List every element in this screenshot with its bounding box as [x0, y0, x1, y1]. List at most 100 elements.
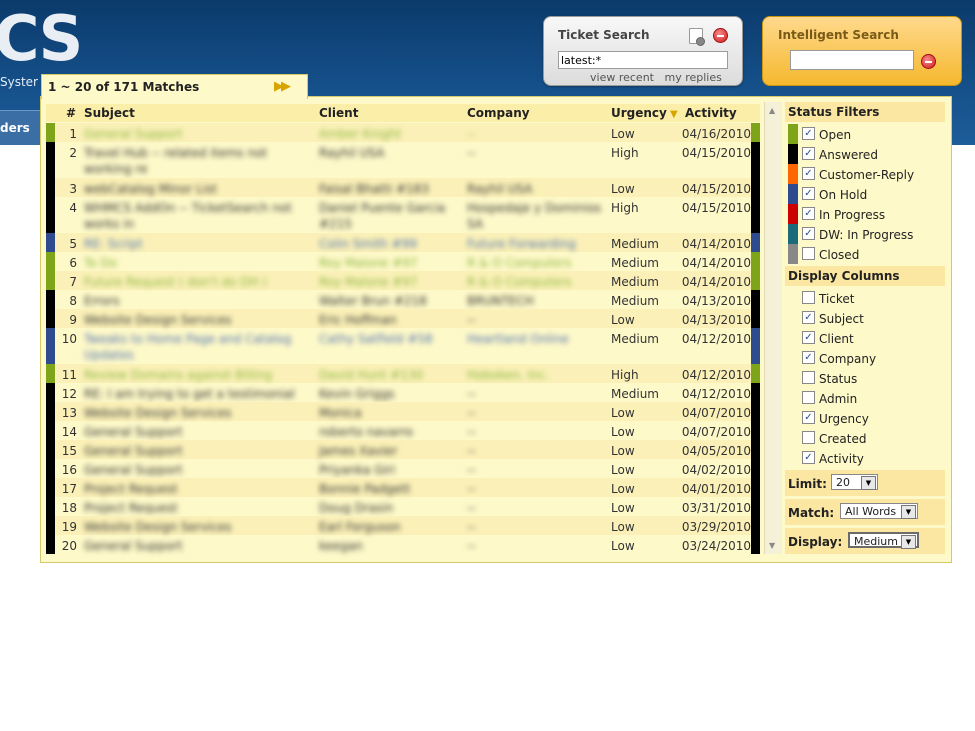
table-scrollbar[interactable]: ▲ ▼ — [764, 102, 782, 554]
col-header-num[interactable]: # — [66, 106, 76, 120]
table-row[interactable]: 20 General Support keegan -- Low 03/24/2010 — [46, 535, 760, 554]
ticket-subject[interactable]: General Support — [84, 443, 312, 459]
ticket-client[interactable]: David Hunt #130 — [319, 367, 459, 383]
col-header-client[interactable]: Client — [319, 106, 358, 120]
ticket-client[interactable]: roberto navarro — [319, 424, 459, 440]
ticket-client[interactable]: Amber Knight — [319, 126, 459, 142]
checkbox[interactable]: ✓ — [802, 147, 815, 160]
table-row[interactable]: 13 Website Design Services Monica -- Low 04/0… — [46, 402, 760, 421]
limit-select[interactable]: 20 ▼ — [831, 474, 878, 490]
display-column-option[interactable]: ✓ Activity — [785, 448, 945, 468]
ticket-subject[interactable]: Tweaks to Home Page and Catalog Updates — [84, 331, 312, 363]
table-row[interactable]: 9 Website Design Services Eric Hoffman -- Lo… — [46, 309, 760, 328]
checkbox[interactable] — [802, 391, 815, 404]
checkbox[interactable]: ✓ — [802, 331, 815, 344]
checkbox[interactable]: ✓ — [802, 351, 815, 364]
ticket-subject[interactable]: To Do — [84, 255, 312, 271]
col-header-urgency[interactable]: Urgency — [611, 106, 667, 120]
ticket-subject[interactable]: Website Design Services — [84, 312, 312, 328]
table-row[interactable]: 10 Tweaks to Home Page and Catalog Update… — [46, 328, 760, 364]
ticket-client[interactable]: Cathy Satfield #58 — [319, 331, 459, 347]
ticket-client[interactable]: Priyanka Giri — [319, 462, 459, 478]
next-page-icon[interactable]: ▶▶ — [274, 79, 291, 94]
table-row[interactable]: 14 General Support roberto navarro -- Low 04/… — [46, 421, 760, 440]
ticket-client[interactable]: Eric Hoffman — [319, 312, 459, 328]
ticket-client[interactable]: Faisal Bhatti #183 — [319, 181, 459, 197]
checkbox[interactable]: ✓ — [802, 227, 815, 240]
ticket-subject[interactable]: General Support — [84, 126, 312, 142]
status-filter-in-progress[interactable]: ✓ In Progress — [785, 204, 945, 224]
nav-tab[interactable]: ders — [0, 110, 42, 145]
display-column-option[interactable]: ✓ Client — [785, 328, 945, 348]
ticket-subject[interactable]: Travel Hub -- related items not working … — [84, 145, 312, 177]
ticket-subject[interactable]: webCatalog Minor List — [84, 181, 312, 197]
status-filter-dw-in-progress[interactable]: ✓ DW: In Progress — [785, 224, 945, 244]
ticket-subject[interactable]: General Support — [84, 424, 312, 440]
ticket-client[interactable]: Rayhil USA — [319, 145, 459, 161]
scroll-down-icon[interactable]: ▼ — [769, 541, 775, 550]
ticket-subject[interactable]: Review Domains against Billing — [84, 367, 312, 383]
intelligent-search-input[interactable] — [790, 50, 914, 70]
table-row[interactable]: 18 Project Request Doug Drasin -- Low 03/31/2… — [46, 497, 760, 516]
table-row[interactable]: 8 Errors Walter Brun #218 BRUNTECH Medium 04/… — [46, 290, 760, 309]
checkbox[interactable] — [802, 291, 815, 304]
checkbox[interactable]: ✓ — [802, 187, 815, 200]
status-filter-open[interactable]: ✓ Open — [785, 124, 945, 144]
table-row[interactable]: 2 Travel Hub -- related items not working… — [46, 142, 760, 178]
table-row[interactable]: 6 To Do Roy Malone #97 R & O Computers Mediu… — [46, 252, 760, 271]
ticket-subject[interactable]: Website Design Services — [84, 405, 312, 421]
ticket-client[interactable]: Roy Malone #97 — [319, 255, 459, 271]
ticket-client[interactable]: Colin Smith #99 — [319, 236, 459, 252]
checkbox[interactable] — [802, 431, 815, 444]
status-filter-on-hold[interactable]: ✓ On Hold — [785, 184, 945, 204]
display-column-option[interactable]: Ticket — [785, 288, 945, 308]
ticket-client[interactable]: Monica — [319, 405, 459, 421]
display-column-option[interactable]: Status — [785, 368, 945, 388]
col-header-activity[interactable]: Activity — [685, 106, 737, 120]
table-row[interactable]: 3 webCatalog Minor List Faisal Bhatti #183… — [46, 178, 760, 197]
ticket-subject[interactable]: WHMCS AddOn -- TicketSearch not works in — [84, 200, 312, 232]
table-row[interactable]: 19 Website Design Services Earl Ferguson --… — [46, 516, 760, 535]
ticket-client[interactable]: Doug Drasin — [319, 500, 459, 516]
table-row[interactable]: 15 General Support James Xavier -- Low 04/05/… — [46, 440, 760, 459]
settings-doc-icon[interactable] — [689, 28, 705, 46]
ticket-subject[interactable]: Errors — [84, 293, 312, 309]
ticket-client[interactable]: James Xavier — [319, 443, 459, 459]
ticket-subject[interactable]: Project Request — [84, 481, 312, 497]
ticket-subject[interactable]: RE: Script — [84, 236, 312, 252]
table-row[interactable]: 11 Review Domains against Billing David Hu… — [46, 364, 760, 383]
ticket-search-input[interactable] — [558, 51, 728, 69]
ticket-subject[interactable]: Future Request ( don't do DH ) — [84, 274, 312, 290]
ticket-client[interactable]: Kevin Griggs — [319, 386, 459, 402]
view-recent-link[interactable]: view recent — [590, 71, 654, 84]
ticket-subject[interactable]: Website Design Services — [84, 519, 312, 535]
status-filter-closed[interactable]: Closed — [785, 244, 945, 264]
display-column-option[interactable]: ✓ Company — [785, 348, 945, 368]
checkbox[interactable]: ✓ — [802, 127, 815, 140]
col-header-subject[interactable]: Subject — [84, 106, 135, 120]
checkbox[interactable]: ✓ — [802, 411, 815, 424]
ticket-client[interactable]: Roy Malone #97 — [319, 274, 459, 290]
display-column-option[interactable]: Created — [785, 428, 945, 448]
table-row[interactable]: 1 General Support Amber Knight -- Low 04/16/2… — [46, 123, 760, 142]
ticket-client[interactable]: Daniel Puente Garcia #215 — [319, 200, 459, 232]
ticket-subject[interactable]: General Support — [84, 462, 312, 478]
checkbox[interactable] — [802, 247, 815, 260]
checkbox[interactable]: ✓ — [802, 451, 815, 464]
ticket-client[interactable]: keegan — [319, 538, 459, 554]
checkbox[interactable]: ✓ — [802, 167, 815, 180]
ticket-subject[interactable]: General Support — [84, 538, 312, 554]
display-select[interactable]: Medium ▼ — [848, 532, 919, 549]
table-row[interactable]: 5 RE: Script Colin Smith #99 Future Forward… — [46, 233, 760, 252]
checkbox[interactable]: ✓ — [802, 311, 815, 324]
close-icon[interactable] — [921, 54, 936, 69]
table-row[interactable]: 7 Future Request ( don't do DH ) Roy Malon… — [46, 271, 760, 290]
checkbox[interactable]: ✓ — [802, 207, 815, 220]
ticket-client[interactable]: Walter Brun #218 — [319, 293, 459, 309]
ticket-subject[interactable]: Project Request — [84, 500, 312, 516]
table-row[interactable]: 4 WHMCS AddOn -- TicketSearch not works i… — [46, 197, 760, 233]
table-row[interactable]: 16 General Support Priyanka Giri -- Low 04/02… — [46, 459, 760, 478]
ticket-client[interactable]: Earl Ferguson — [319, 519, 459, 535]
close-icon[interactable] — [713, 28, 728, 43]
ticket-client[interactable]: Bonnie Padgett — [319, 481, 459, 497]
